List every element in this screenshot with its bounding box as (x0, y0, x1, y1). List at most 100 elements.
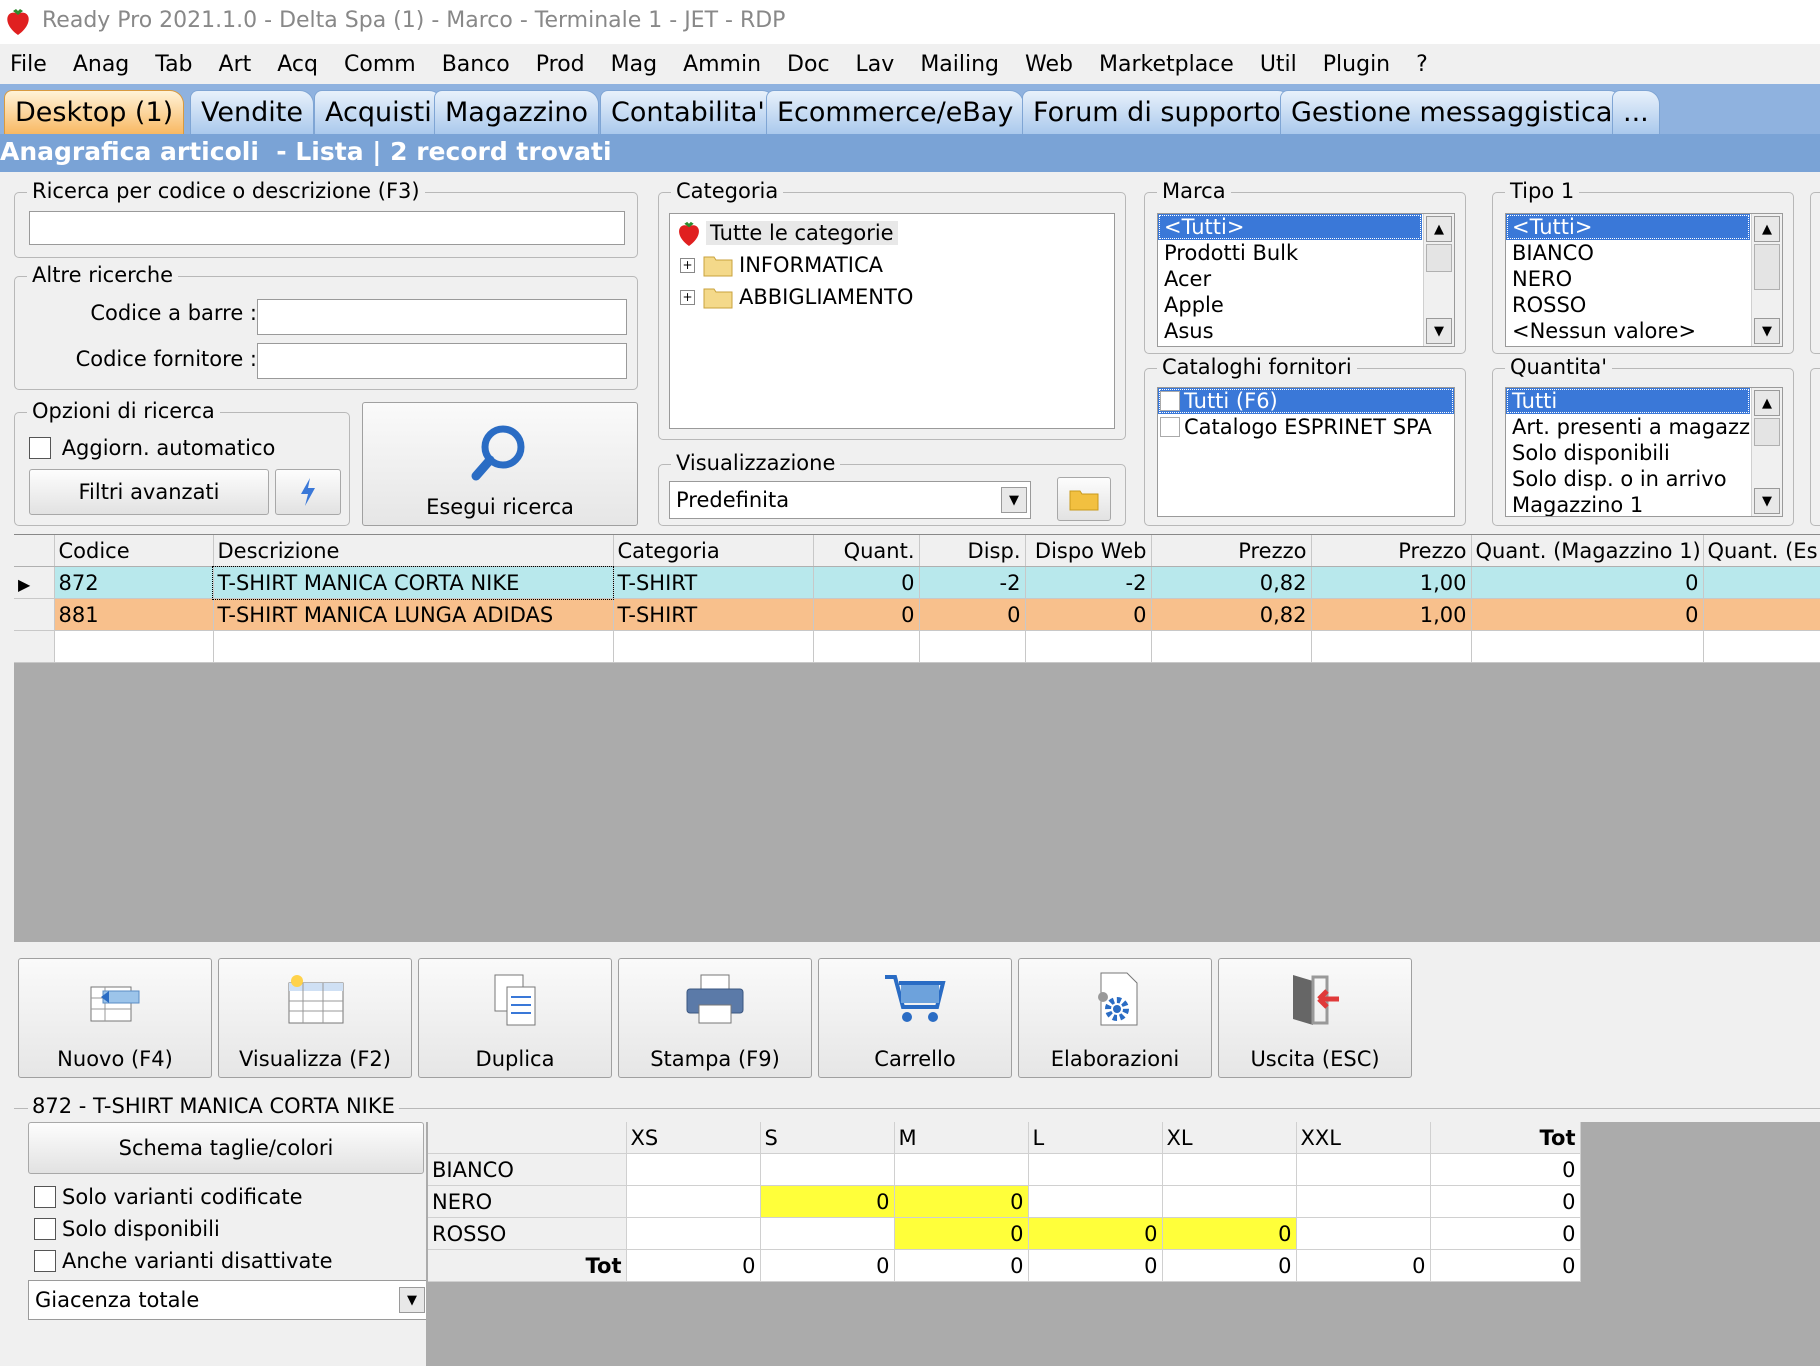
only-coded-checkbox[interactable]: Solo varianti codificate (34, 1184, 303, 1209)
auto-update-checkbox[interactable]: Aggiorn. automatico (29, 435, 275, 460)
table-cell[interactable] (1703, 566, 1820, 599)
view-select[interactable]: Predefinita ▼ (669, 481, 1031, 519)
tab[interactable]: Vendite (190, 90, 314, 135)
menu-item[interactable]: Marketplace (1089, 52, 1244, 77)
tab[interactable]: Desktop (1) (4, 90, 185, 135)
chevron-down-icon[interactable]: ▼ (399, 1287, 425, 1313)
tree-item-informatica[interactable]: + INFORMATICA (680, 250, 883, 280)
table-cell[interactable] (54, 630, 214, 663)
empty-row[interactable] (14, 630, 1820, 663)
menu-item[interactable]: Acq (267, 52, 328, 77)
table-cell[interactable]: T-SHIRT (613, 566, 814, 599)
matrix-cell[interactable] (760, 1153, 895, 1186)
menu-item[interactable]: Ammin (673, 52, 771, 77)
table-cell[interactable]: 0 (919, 598, 1026, 631)
matrix-cell[interactable] (626, 1217, 761, 1250)
column-header[interactable]: Prezzo (1151, 535, 1312, 567)
table-cell[interactable] (1311, 630, 1472, 663)
column-header[interactable]: Categoria (613, 535, 814, 567)
menu-item[interactable]: ? (1406, 52, 1438, 77)
exit-button[interactable]: Uscita (ESC) (1218, 958, 1412, 1078)
list-item[interactable]: Solo disponibili (1506, 440, 1782, 466)
search-input[interactable] (29, 211, 625, 245)
table-cell[interactable]: T-SHIRT MANICA LUNGA ADIDAS (213, 598, 614, 631)
matrix-cell[interactable]: 0 (1430, 1185, 1581, 1218)
table-cell[interactable]: 0,82 (1151, 566, 1312, 599)
column-header[interactable]: Quant. (Magazzino 1) (1471, 535, 1704, 567)
table-cell[interactable] (1703, 630, 1820, 663)
menu-item[interactable]: Prod (526, 52, 595, 77)
table-cell[interactable] (14, 630, 55, 663)
column-header[interactable]: Dispo Web (1025, 535, 1152, 567)
menu-item[interactable]: Art (209, 52, 262, 77)
table-cell[interactable]: -2 (919, 566, 1026, 599)
matrix-row[interactable]: BIANCO 0 (428, 1153, 1581, 1186)
column-header[interactable]: Quant. (Es (1703, 535, 1820, 567)
matrix-cell[interactable] (1162, 1185, 1297, 1218)
menu-item[interactable]: Util (1250, 52, 1307, 77)
list-item[interactable]: <Tutti> (1158, 214, 1422, 240)
table-row[interactable]: 881 T-SHIRT MANICA LUNGA ADIDAS T-SHIRT 0 0 0… (14, 598, 1820, 631)
table-cell[interactable]: T-SHIRT (613, 598, 814, 631)
matrix-cell[interactable] (894, 1153, 1029, 1186)
tab[interactable]: Ecommerce/eBay (766, 90, 1025, 135)
quantity-list[interactable]: Tutti Art. presenti a magazzino Solo dispo… (1505, 387, 1783, 517)
type1-list[interactable]: <Tutti> BIANCO NERO ROSSO <Nessun valore> ▲ ▼ (1505, 213, 1783, 347)
supplier-catalogs-list[interactable]: Tutti (F6) Catalogo ESPRINET SPA (1157, 387, 1455, 517)
menu-item[interactable]: Web (1015, 52, 1083, 77)
duplicate-button[interactable]: Duplica (418, 958, 612, 1078)
column-header[interactable]: Descrizione (213, 535, 614, 567)
table-cell[interactable]: 0,82 (1151, 598, 1312, 631)
menu-item[interactable]: Mailing (910, 52, 1009, 77)
matrix-cell[interactable] (1296, 1153, 1431, 1186)
menu-item[interactable]: Banco (432, 52, 520, 77)
list-item[interactable]: NERO (1506, 266, 1782, 292)
table-cell[interactable]: T-SHIRT MANICA CORTA NIKE (212, 565, 614, 600)
table-cell[interactable] (213, 630, 614, 663)
table-cell[interactable]: 0 (1471, 566, 1704, 599)
list-item[interactable]: <Nessun valore> (1506, 318, 1782, 344)
matrix-cell[interactable] (1028, 1153, 1163, 1186)
processing-button[interactable]: Elaborazioni (1018, 958, 1212, 1078)
table-cell[interactable] (1471, 630, 1704, 663)
list-item[interactable]: Prodotti Bulk (1158, 240, 1454, 266)
tree-item-abbigliamento[interactable]: + ABBIGLIAMENTO (680, 282, 913, 312)
list-item[interactable]: Apple (1158, 292, 1454, 318)
variants-matrix[interactable]: XS S M L XL XXL Tot BIANCO 0 NERO 0 0 0 ROSSO 0 0 0 0 Tot 0… (428, 1122, 1581, 1282)
expand-icon[interactable]: + (680, 257, 695, 273)
table-cell[interactable]: 1,00 (1311, 598, 1472, 631)
table-cell[interactable] (813, 630, 920, 663)
cart-button[interactable]: Carrello (818, 958, 1012, 1078)
list-item[interactable]: ROSSO (1506, 292, 1782, 318)
table-row[interactable]: ▶ 872 T-SHIRT MANICA CORTA NIKE T-SHIRT 0 -2-… (14, 565, 1820, 600)
tab[interactable]: ... (1612, 90, 1660, 135)
tab[interactable]: Gestione messaggistica (1280, 90, 1624, 135)
new-button[interactable]: Nuovo (F4) (18, 958, 212, 1078)
barcode-input[interactable] (257, 299, 627, 335)
table-cell[interactable] (1025, 630, 1152, 663)
table-cell[interactable] (1703, 598, 1820, 631)
menu-item[interactable]: Doc (777, 52, 840, 77)
table-cell[interactable]: 0 (813, 598, 920, 631)
table-cell[interactable] (1151, 630, 1312, 663)
matrix-cell[interactable] (1296, 1217, 1431, 1250)
catalog-item[interactable]: Catalogo ESPRINET SPA (1158, 414, 1454, 440)
table-cell[interactable]: 1,00 (1311, 566, 1472, 599)
supplier-code-input[interactable] (257, 343, 627, 379)
run-search-button[interactable]: Esegui ricerca (362, 402, 638, 526)
matrix-cell[interactable]: 0 (1028, 1217, 1163, 1250)
matrix-cell[interactable] (1162, 1153, 1297, 1186)
matrix-cell[interactable]: 0 (760, 1185, 895, 1218)
include-disabled-checkbox[interactable]: Anche varianti disattivate (34, 1248, 333, 1273)
matrix-cell[interactable]: 0 (1430, 1153, 1581, 1186)
matrix-row[interactable]: NERO 0 0 0 (428, 1185, 1581, 1218)
matrix-cell[interactable]: 0 (894, 1185, 1029, 1218)
quick-filter-button[interactable] (275, 469, 341, 515)
column-header[interactable]: Prezzo (1311, 535, 1472, 567)
advanced-filters-button[interactable]: Filtri avanzati (29, 469, 269, 515)
menu-item[interactable]: File (0, 52, 57, 77)
matrix-cell[interactable] (760, 1217, 895, 1250)
list-item[interactable]: Art. presenti a magazzino (1506, 414, 1782, 440)
table-cell[interactable]: -2 (1025, 566, 1152, 599)
catalog-item[interactable]: Tutti (F6) (1158, 388, 1454, 414)
